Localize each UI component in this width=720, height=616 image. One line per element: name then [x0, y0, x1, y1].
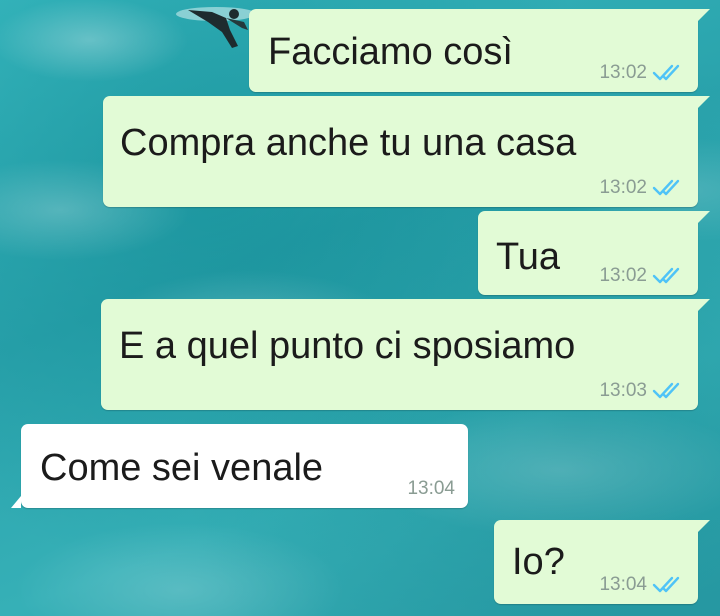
message-meta: 13:02: [599, 177, 686, 197]
message-text: Facciamo così: [268, 31, 513, 73]
double-check-icon: [652, 64, 680, 81]
message-bubble-outgoing[interactable]: Tua 13:02: [478, 211, 710, 295]
message-text: Tua: [496, 236, 561, 278]
message-text: Io?: [512, 541, 565, 583]
message-bubble-outgoing[interactable]: E a quel punto ci sposiamo 13:03: [101, 299, 710, 410]
message-text: Come sei venale: [40, 447, 324, 489]
message-time: 13:02: [599, 176, 647, 198]
message-meta: 13:02: [599, 62, 686, 82]
surfer-wallpaper-image: [176, 7, 256, 48]
double-check-icon: [652, 576, 680, 593]
message-text: Compra anche tu una casa: [120, 122, 577, 164]
double-check-icon: [652, 267, 680, 284]
double-check-icon: [652, 382, 680, 399]
message-meta: 13:02: [599, 265, 686, 285]
message-time: 13:03: [599, 379, 647, 401]
message-time: 13:02: [599, 61, 647, 83]
message-meta: 13:03: [599, 380, 686, 400]
chat-screen: { "chat": { "background": "surfing-ocean…: [0, 0, 720, 616]
message-bubble-outgoing[interactable]: Compra anche tu una casa 13:02: [103, 96, 710, 207]
message-time: 13:02: [599, 264, 647, 286]
message-meta: 13:04: [407, 479, 455, 498]
message-time: 13:04: [599, 573, 647, 595]
double-check-icon: [652, 179, 680, 196]
message-bubble-outgoing[interactable]: Facciamo così 13:02: [249, 9, 710, 92]
message-time: 13:04: [407, 478, 455, 499]
message-text: E a quel punto ci sposiamo: [119, 325, 576, 367]
message-meta: 13:04: [599, 574, 686, 594]
message-bubble-outgoing[interactable]: Io? 13:04: [494, 520, 710, 604]
message-bubble-incoming[interactable]: Come sei venale 13:04: [11, 424, 468, 508]
